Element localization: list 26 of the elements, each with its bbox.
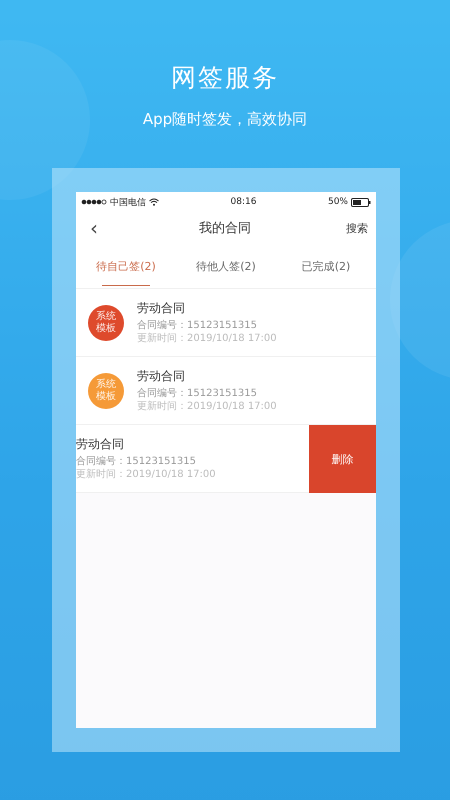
carrier-name: 中国电信 <box>110 196 146 208</box>
wifi-icon <box>149 198 159 206</box>
battery-icon <box>351 198 371 206</box>
updated-time: 更新时间：2019/10/18 17:00 <box>137 332 277 345</box>
template-badge: 系统 模板 <box>88 304 124 340</box>
page-title: 我的合同 <box>198 220 252 237</box>
contract-title: 劳动合同 <box>137 368 186 384</box>
tab[interactable]: 已完成(2) <box>276 244 376 288</box>
template-badge: 系统 模板 <box>88 372 124 408</box>
back-button[interactable]: ‹ <box>84 218 104 238</box>
contract-title: 劳动合同 <box>137 300 186 316</box>
delete-button[interactable]: 删除 <box>309 425 376 493</box>
contract-number: 合同编号：15123151315 <box>137 387 258 400</box>
updated-time: 更新时间：2019/10/18 17:00 <box>137 400 277 413</box>
tab[interactable]: 待他人签(2) <box>176 244 276 288</box>
updated-time: 更新时间：2019/10/18 17:00 <box>76 468 216 481</box>
signal-icon <box>81 199 107 205</box>
headline: 网签服务 <box>171 62 279 94</box>
clock: 08:16 <box>230 197 258 207</box>
contract-number: 合同编号：15123151315 <box>137 319 258 332</box>
battery-percent: 50% <box>328 197 348 207</box>
search-button[interactable]: 搜索 <box>346 220 368 236</box>
contract-number: 合同编号：15123151315 <box>76 455 197 468</box>
tab[interactable]: 待自己签(2) <box>76 244 176 288</box>
subtitle: App随时签发，高效协同 <box>142 109 308 129</box>
contract-title: 劳动合同 <box>76 436 125 452</box>
